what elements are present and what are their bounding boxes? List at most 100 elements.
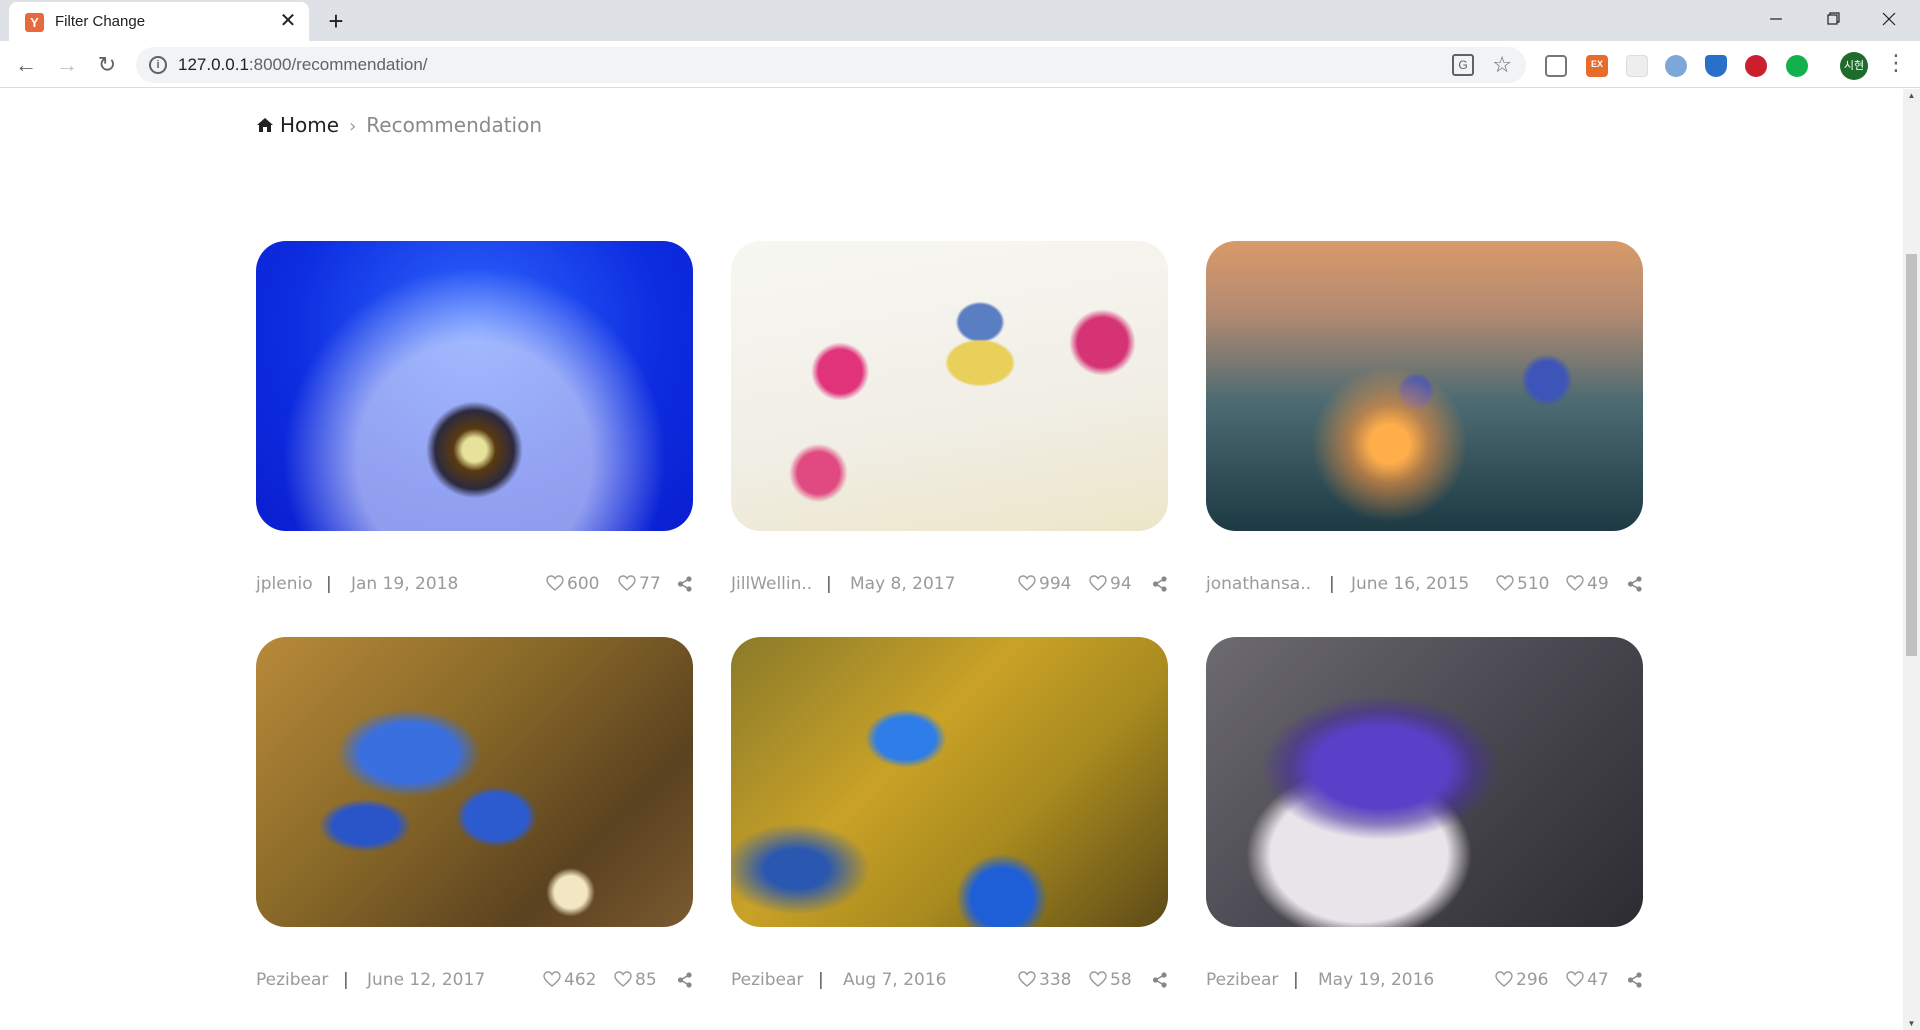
card-likes-count: 338 [1039, 970, 1072, 990]
page-scrollbar[interactable]: ▲ ▼ [1903, 89, 1920, 1030]
bookmark-star-icon[interactable]: ☆ [1492, 52, 1512, 78]
green-extension-icon[interactable] [1786, 55, 1808, 77]
url-text[interactable]: 127.0.0.1:8000/recommendation/ [178, 55, 428, 75]
meta-divider: | [826, 574, 832, 594]
card-date: May 8, 2017 [850, 574, 956, 594]
heart-outline-icon [1566, 575, 1584, 591]
card-likes[interactable]: 462 [543, 970, 596, 990]
card-hearts-count: 94 [1110, 574, 1132, 594]
card-likes[interactable]: 338 [1018, 970, 1071, 990]
reload-icon[interactable]: ↻ [91, 49, 123, 81]
heart-outline-icon [543, 971, 561, 987]
photo-card: JillWellin.. | May 8, 2017 994 94 [731, 241, 1168, 598]
card-hearts[interactable]: 49 [1566, 574, 1609, 594]
card-hearts[interactable]: 58 [1089, 970, 1132, 990]
card-hearts[interactable]: 47 [1566, 970, 1609, 990]
window-close-button[interactable] [1866, 4, 1912, 34]
scroll-down-arrow-icon[interactable]: ▼ [1903, 1019, 1920, 1028]
scroll-up-arrow-icon[interactable]: ▲ [1903, 91, 1920, 100]
breadcrumb: Home › Recommendation [256, 113, 542, 137]
card-hearts[interactable]: 85 [614, 970, 657, 990]
card-meta: Pezibear | Aug 7, 2016 338 58 [731, 970, 1168, 994]
card-likes-count: 994 [1039, 574, 1072, 594]
breadcrumb-home-link[interactable]: Home [280, 113, 339, 137]
card-hearts-count: 85 [635, 970, 657, 990]
card-hearts-count: 58 [1110, 970, 1132, 990]
mail-extension-icon[interactable] [1545, 55, 1567, 77]
profile-avatar[interactable]: 시현 [1840, 52, 1868, 80]
card-author[interactable]: Pezibear [1206, 970, 1278, 990]
window-minimize-button[interactable] [1753, 4, 1799, 34]
photo-bellflower[interactable] [731, 637, 1168, 927]
card-meta: Pezibear | May 19, 2016 296 47 [1206, 970, 1643, 994]
card-meta: jplenio | Jan 19, 2018 600 77 [256, 574, 693, 598]
share-icon[interactable] [1627, 972, 1643, 988]
share-icon[interactable] [1152, 576, 1168, 592]
site-favicon-icon: Y [25, 13, 44, 32]
card-author[interactable]: jonathansa.. [1206, 574, 1311, 594]
card-date: Jan 19, 2018 [351, 574, 459, 594]
photo-hyacinth[interactable] [1206, 637, 1643, 927]
share-icon[interactable] [1627, 576, 1643, 592]
card-hearts[interactable]: 94 [1089, 574, 1132, 594]
share-icon[interactable] [677, 972, 693, 988]
card-likes[interactable]: 296 [1495, 970, 1548, 990]
card-author[interactable]: Pezibear [731, 970, 803, 990]
heart-outline-icon [546, 575, 564, 591]
photo-card: jplenio | Jan 19, 2018 600 77 [256, 241, 693, 598]
meta-divider: | [343, 970, 349, 990]
photo-sunset-flowers[interactable] [1206, 241, 1643, 531]
heart-outline-icon [1089, 575, 1107, 591]
address-bar[interactable]: i 127.0.0.1:8000/recommendation/ G ☆ [136, 47, 1526, 83]
photo-bird[interactable] [731, 241, 1168, 531]
card-hearts-count: 49 [1587, 574, 1609, 594]
card-hearts[interactable]: 77 [618, 574, 661, 594]
card-likes[interactable]: 600 [546, 574, 599, 594]
browser-tab-strip: Y Filter Change ✕ + [0, 0, 1920, 41]
photo-card: Pezibear | Aug 7, 2016 338 58 [731, 637, 1168, 994]
window-restore-button[interactable] [1810, 4, 1856, 34]
card-likes[interactable]: 994 [1018, 574, 1071, 594]
scroll-thumb[interactable] [1906, 254, 1917, 656]
url-path: :8000/recommendation/ [248, 55, 428, 74]
share-icon[interactable] [677, 576, 693, 592]
card-likes-count: 510 [1517, 574, 1550, 594]
card-author[interactable]: JillWellin.. [731, 574, 812, 594]
card-likes-count: 600 [567, 574, 600, 594]
url-host: 127.0.0.1 [178, 55, 249, 74]
forward-arrow-icon[interactable]: → [51, 49, 83, 81]
back-arrow-icon[interactable]: ← [10, 49, 42, 81]
shield-extension-icon[interactable] [1705, 55, 1727, 77]
card-meta: jonathansa.. | June 16, 2015 510 49 [1206, 574, 1643, 598]
browser-menu-icon[interactable]: ⋮ [1885, 50, 1907, 76]
blank-extension-icon[interactable] [1626, 55, 1648, 77]
browser-toolbar: ← → ↻ i 127.0.0.1:8000/recommendation/ G… [0, 41, 1920, 88]
card-date: June 12, 2017 [367, 970, 486, 990]
card-hearts-count: 77 [639, 574, 661, 594]
heart-outline-icon [1496, 575, 1514, 591]
photo-dandelion[interactable] [256, 241, 693, 531]
photo-card: Pezibear | June 12, 2017 462 85 [256, 637, 693, 994]
meta-divider: | [1293, 970, 1299, 990]
card-likes-count: 296 [1516, 970, 1549, 990]
photo-anemone[interactable] [256, 637, 693, 927]
heart-outline-icon [1018, 971, 1036, 987]
photo-card: jonathansa.. | June 16, 2015 510 49 [1206, 241, 1643, 598]
new-tab-button[interactable]: + [322, 7, 350, 35]
meta-divider: | [326, 574, 332, 594]
tab-title: Filter Change [55, 13, 146, 30]
translate-icon[interactable]: G [1452, 54, 1474, 76]
card-likes[interactable]: 510 [1496, 574, 1549, 594]
browser-tab[interactable]: Y Filter Change ✕ [9, 2, 309, 41]
ex-extension-icon[interactable]: EX [1586, 55, 1608, 77]
card-author[interactable]: Pezibear [256, 970, 328, 990]
site-info-icon[interactable]: i [149, 56, 167, 74]
globe-extension-icon[interactable] [1665, 55, 1687, 77]
heart-outline-icon [614, 971, 632, 987]
card-author[interactable]: jplenio [256, 574, 313, 594]
close-tab-icon[interactable]: ✕ [277, 10, 299, 32]
red-extension-icon[interactable] [1745, 55, 1767, 77]
share-icon[interactable] [1152, 972, 1168, 988]
page-viewport: Home › Recommendation jplenio | Jan 19, 20… [0, 89, 1903, 1030]
card-date: Aug 7, 2016 [843, 970, 947, 990]
